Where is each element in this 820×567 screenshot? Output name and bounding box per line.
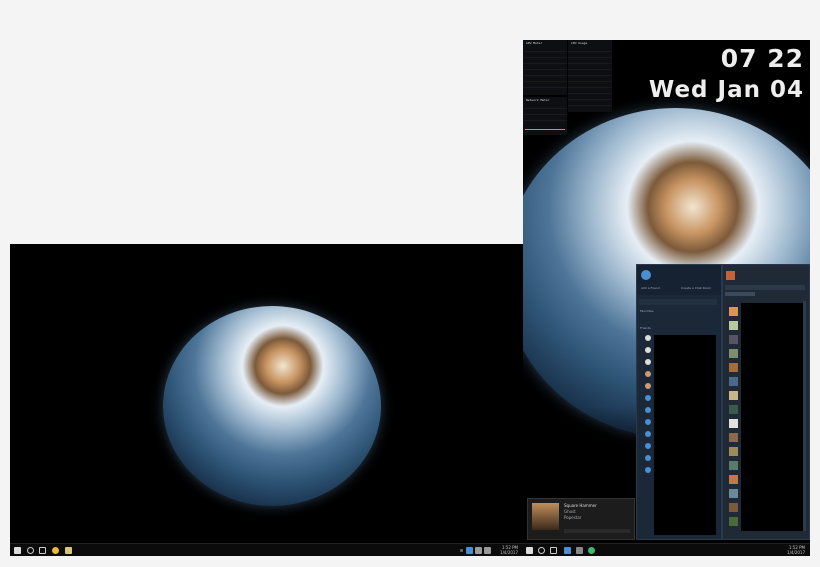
volume-icon[interactable] [484, 547, 491, 554]
gpu-graph [525, 90, 565, 95]
taskbar-date: 1/4/2017 [787, 550, 805, 555]
steam-friends-window: Add a Friend Create a Chat Room Favorite… [636, 264, 722, 540]
task-view-icon[interactable] [550, 547, 557, 554]
friend-avatar[interactable] [645, 419, 651, 425]
app-taskbar-icon[interactable] [576, 547, 583, 554]
member-avatar[interactable] [729, 349, 738, 358]
member-avatar[interactable] [729, 517, 738, 526]
chrome-icon[interactable] [52, 547, 59, 554]
track-artist: Ghost [564, 509, 576, 514]
track-album: Popestar [564, 515, 582, 520]
steam-friends-header: Add a Friend Create a Chat Room [637, 265, 721, 295]
taskbar-clock[interactable]: 1:52 PM 1/4/2017 [787, 545, 805, 555]
member-avatar[interactable] [729, 433, 738, 442]
friend-avatar[interactable] [645, 467, 651, 473]
friends-list-pane [654, 335, 716, 535]
steam-chat-window [722, 264, 810, 540]
right-monitor-desktop: 07 22 Wed Jan 04 GPU Meter CPU Usage Net… [523, 40, 810, 556]
steam-taskbar-icon[interactable] [564, 547, 571, 554]
friend-avatar[interactable] [645, 359, 651, 365]
friend-avatar[interactable] [645, 443, 651, 449]
windows-start-icon[interactable] [526, 547, 533, 554]
friend-avatar[interactable] [645, 335, 651, 341]
friend-avatar[interactable] [645, 431, 651, 437]
taskbar-clock[interactable]: 1:52 PM 1/4/2017 [500, 545, 518, 555]
earth-wallpaper [163, 306, 381, 506]
member-avatar[interactable] [729, 475, 738, 484]
taskbar-date: 1/4/2017 [500, 550, 518, 555]
gpu-meter-widget: GPU Meter [523, 40, 567, 95]
friend-avatar[interactable] [645, 407, 651, 413]
left-monitor-desktop: 1:52 PM 1/4/2017 [10, 244, 523, 556]
member-avatar[interactable] [729, 377, 738, 386]
clock-date: Wed Jan 04 [648, 77, 804, 103]
chat-search-input[interactable] [725, 285, 805, 290]
search-icon[interactable] [27, 547, 34, 554]
member-avatar[interactable] [729, 321, 738, 330]
member-avatar[interactable] [729, 447, 738, 456]
member-avatar[interactable] [729, 419, 738, 428]
windows-start-icon[interactable] [14, 547, 21, 554]
spotify-taskbar-icon[interactable] [588, 547, 595, 554]
clock-time: 07 22 [720, 44, 804, 73]
member-avatar[interactable] [729, 461, 738, 470]
friend-avatar[interactable] [645, 383, 651, 389]
friend-avatar[interactable] [645, 347, 651, 353]
member-avatar[interactable] [729, 489, 738, 498]
chat-avatar[interactable] [726, 271, 735, 280]
music-player-widget: Square Hammer Ghost Popestar [527, 498, 635, 540]
chat-member-pane [741, 303, 803, 531]
chat-tabs[interactable] [725, 292, 755, 296]
friend-avatar[interactable] [645, 371, 651, 377]
taskbar: 1:52 PM 1/4/2017 [523, 543, 810, 556]
search-icon[interactable] [538, 547, 545, 554]
add-friend-button[interactable]: Add a Friend [641, 286, 660, 290]
cpu-graph [570, 108, 610, 112]
album-art [532, 503, 559, 530]
playback-controls[interactable] [564, 529, 630, 533]
taskbar: 1:52 PM 1/4/2017 [10, 543, 523, 556]
friends-header[interactable]: Friends [640, 326, 651, 330]
member-avatar[interactable] [729, 391, 738, 400]
track-title: Square Hammer [564, 503, 597, 508]
friend-avatar[interactable] [645, 395, 651, 401]
tray-steam-icon[interactable] [466, 547, 473, 554]
member-avatar[interactable] [729, 405, 738, 414]
task-view-icon[interactable] [39, 547, 46, 554]
network-graph [525, 123, 565, 130]
friends-search-input[interactable] [639, 299, 717, 305]
member-avatar[interactable] [729, 335, 738, 344]
friend-avatar[interactable] [645, 455, 651, 461]
user-avatar[interactable] [641, 270, 651, 280]
network-meter-widget: Network Meter [523, 97, 567, 135]
member-avatar[interactable] [729, 307, 738, 316]
network-icon[interactable] [475, 547, 482, 554]
file-explorer-icon[interactable] [65, 547, 72, 554]
tray-arrow-icon[interactable] [460, 549, 463, 552]
create-group-button[interactable]: Create a Chat Room [681, 286, 711, 290]
scrollbar[interactable] [803, 301, 806, 531]
member-avatar[interactable] [729, 503, 738, 512]
member-avatar[interactable] [729, 363, 738, 372]
cpu-usage-widget: CPU Usage [568, 40, 612, 112]
favorites-header[interactable]: Favorites [640, 309, 654, 313]
